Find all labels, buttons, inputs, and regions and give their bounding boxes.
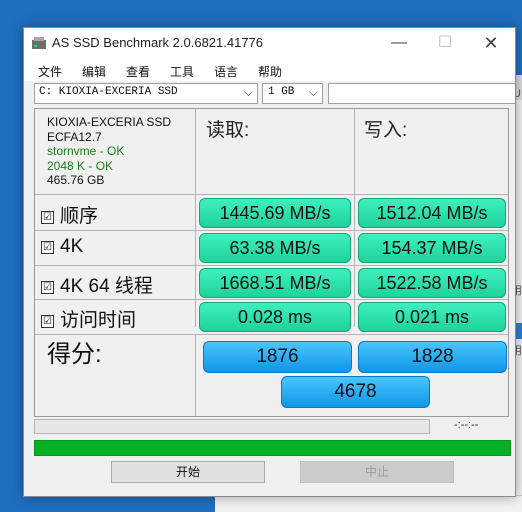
- menu-tools[interactable]: 工具: [170, 63, 194, 80]
- row-seq[interactable]: ☑ 顺序: [41, 201, 98, 228]
- row-4k[interactable]: ☑ 4K: [41, 236, 83, 258]
- results-grid: KIOXIA-EXCERIA SSD ECFA12.7 stornvme - O…: [34, 108, 509, 417]
- grid-divider: [354, 109, 355, 327]
- grid-divider: [35, 299, 508, 300]
- row-label-4k-64: 4K 64 线程: [60, 276, 153, 297]
- read-column-header: 读取:: [206, 120, 250, 141]
- start-button[interactable]: 开始: [111, 461, 265, 483]
- access-time-write-value: 0.021 ms: [358, 302, 506, 332]
- drive-select[interactable]: C: KIOXIA-EXCERIA SSD ⌵: [34, 83, 258, 104]
- close-button[interactable]: ✕: [468, 28, 514, 59]
- drive-firmware: ECFA12.7: [47, 129, 102, 144]
- app-window: AS SSD Benchmark 2.0.6821.41776 — ☐ ✕ 文件…: [23, 27, 516, 497]
- drive-model: KIOXIA-EXCERIA SSD: [47, 115, 172, 129]
- row-label-4k: 4K: [60, 236, 84, 257]
- drive-info: KIOXIA-EXCERIA SSD ECFA12.7 stornvme - O…: [47, 115, 171, 188]
- extra-input-field[interactable]: [328, 83, 515, 104]
- menu-bar: 文件 编辑 查看 工具 语言 帮助: [24, 59, 515, 81]
- 4k-64-read-value: 1668.51 MB/s: [199, 268, 351, 298]
- completion-bar: [34, 440, 511, 456]
- driver-status: stornvme - OK: [47, 144, 125, 158]
- test-progress-bar: [34, 419, 430, 434]
- access-time-read-value: 0.028 ms: [199, 302, 351, 332]
- grid-divider: [35, 194, 508, 195]
- background-window-bottom: [215, 495, 522, 512]
- window-title: AS SSD Benchmark 2.0.6821.41776: [52, 35, 264, 50]
- menu-language[interactable]: 语言: [214, 63, 238, 80]
- test-size-select[interactable]: 1 GB ⌵: [262, 83, 323, 104]
- maximize-button[interactable]: ☐: [422, 28, 468, 59]
- seq-read-value: 1445.69 MB/s: [199, 198, 351, 228]
- chevron-down-icon: ⌵: [243, 85, 253, 99]
- grid-divider: [195, 109, 196, 327]
- alignment-status: 2048 K - OK: [47, 158, 114, 173]
- write-column-header: 写入:: [364, 120, 408, 141]
- grid-divider: [35, 265, 508, 266]
- drive-capacity: 465.76 GB: [47, 173, 105, 187]
- grid-divider: [35, 230, 508, 231]
- grid-divider: [195, 334, 196, 416]
- chevron-down-icon: ⌵: [308, 85, 318, 99]
- drive-app-icon: [32, 37, 46, 49]
- total-score: 4678: [281, 376, 430, 408]
- abort-button[interactable]: 中止: [300, 461, 454, 483]
- 4k-read-value: 63.38 MB/s: [199, 233, 351, 263]
- read-score: 1876: [203, 341, 352, 373]
- menu-help[interactable]: 帮助: [258, 63, 282, 80]
- 4k-write-value: 154.37 MB/s: [358, 233, 506, 263]
- menu-edit[interactable]: 编辑: [82, 63, 106, 80]
- score-label: 得分:: [47, 341, 102, 368]
- minimize-button[interactable]: —: [376, 28, 422, 59]
- row-4k-64[interactable]: ☑ 4K 64 线程: [41, 271, 153, 298]
- menu-file[interactable]: 文件: [38, 63, 62, 80]
- menu-view[interactable]: 查看: [126, 63, 150, 80]
- row-access-time[interactable]: ☑ 访问时间: [41, 305, 136, 332]
- elapsed-time: -:--:--: [454, 419, 479, 431]
- title-bar[interactable]: AS SSD Benchmark 2.0.6821.41776 — ☐ ✕: [24, 28, 515, 59]
- write-score: 1828: [358, 341, 507, 373]
- checkbox[interactable]: ☑: [41, 211, 54, 224]
- row-label-seq: 顺序: [60, 206, 99, 227]
- drive-select-value: C: KIOXIA-EXCERIA SSD: [39, 86, 178, 98]
- grid-divider: [35, 334, 508, 335]
- checkbox[interactable]: ☑: [41, 281, 54, 294]
- row-label-access-time: 访问时间: [60, 310, 137, 331]
- seq-write-value: 1512.04 MB/s: [358, 198, 506, 228]
- test-size-value: 1 GB: [268, 86, 295, 98]
- checkbox[interactable]: ☑: [41, 315, 54, 328]
- checkbox[interactable]: ☑: [41, 241, 54, 254]
- 4k-64-write-value: 1522.58 MB/s: [358, 268, 506, 298]
